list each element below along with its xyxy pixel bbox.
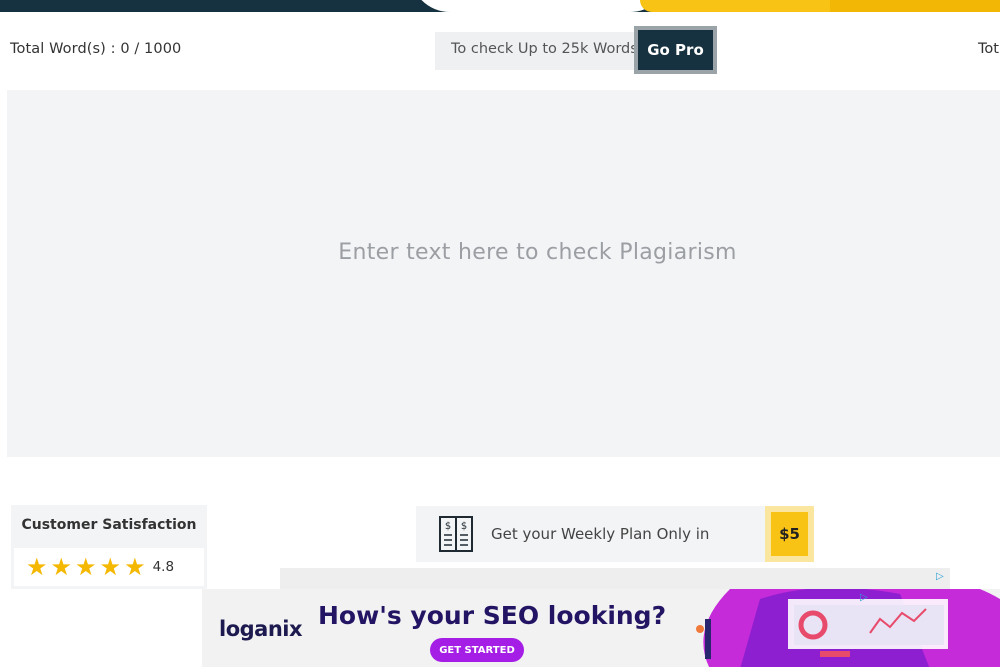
ad-logo-text: loganix <box>219 617 303 641</box>
ad-headline: How's your SEO looking? <box>318 601 667 630</box>
ad-choices-icon[interactable]: ▷ <box>936 571 944 582</box>
star-icon: ★ <box>50 553 73 581</box>
header-yellow-shape-2 <box>830 0 1000 12</box>
header-pill-shape <box>410 0 670 12</box>
ad-banner[interactable]: loganix How's your SEO looking? GET STAR… <box>202 589 1000 667</box>
go-pro-label: Go Pro <box>638 30 713 70</box>
word-count-label: Total Word(s) : 0 / 1000 <box>10 41 182 57</box>
star-icon: ★ <box>124 553 146 581</box>
rating-value: 4.8 <box>152 559 175 575</box>
svg-text:$: $ <box>461 521 467 532</box>
price-badge[interactable]: $5 <box>765 506 814 562</box>
header-banner-strip <box>0 0 1000 12</box>
ad-choices-icon-2[interactable]: ▷ <box>860 592 868 603</box>
rating-row: ★ ★ ★ ★ ★ 4.8 <box>14 548 204 586</box>
weekly-plan-text: Get your Weekly Plan Only in <box>491 525 710 543</box>
word-count-label-right: Tot <box>978 41 999 57</box>
go-pro-button[interactable]: Go Pro <box>634 26 717 74</box>
ad-illustration <box>696 589 1000 667</box>
plagiarism-text-input[interactable] <box>7 90 1000 457</box>
invoice-icon: $ $ <box>439 516 473 552</box>
star-icon: ★ <box>99 553 122 581</box>
price-value: $5 <box>771 512 808 556</box>
ad-get-started-button[interactable]: GET STARTED <box>430 638 524 662</box>
svg-text:$: $ <box>445 521 451 532</box>
star-icon: ★ <box>75 553 97 581</box>
star-icon: ★ <box>26 553 48 581</box>
customer-satisfaction-title: Customer Satisfaction <box>21 517 197 533</box>
ad-logo: loganix <box>219 617 303 641</box>
pro-prompt-text: To check Up to 25k Words <box>451 41 638 57</box>
